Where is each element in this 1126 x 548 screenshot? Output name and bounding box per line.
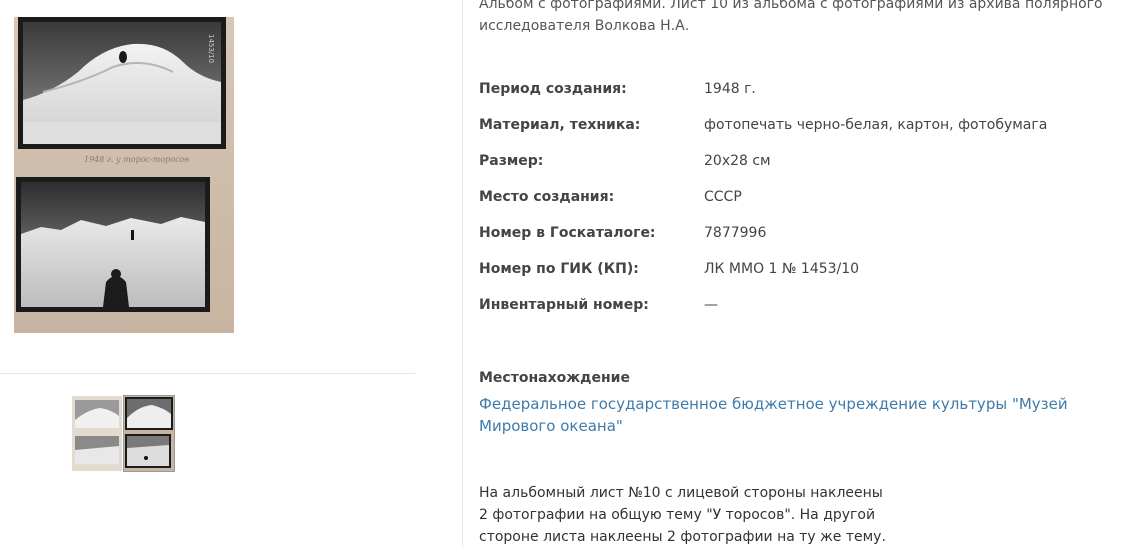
note-line: На альбомный лист №10 с лицевой стороны …: [479, 485, 883, 501]
property-row-material: Материал, техника: фотопечать черно-бела…: [479, 113, 1119, 137]
property-value: фотопечать черно-белая, картон, фотобума…: [704, 117, 1048, 133]
thumbnail-2-image: [124, 396, 174, 471]
photo-bottom: [16, 177, 210, 312]
thumbnail-1-image: [72, 396, 122, 471]
property-label: Инвентарный номер:: [479, 297, 649, 313]
property-row-inventory: Инвентарный номер: —: [479, 293, 1119, 317]
image-gallery: 1453/10 1948 г. у торос-торосов: [0, 0, 462, 547]
object-description: Альбом с фотографиями. Лист 10 из альбом…: [479, 0, 1103, 34]
photo-top-image: 1453/10: [23, 22, 221, 144]
museum-link[interactable]: Федеральное государственное бюджетное уч…: [479, 393, 1109, 437]
property-label: Номер в Госкаталоге:: [479, 225, 656, 241]
property-row-size: Размер: 20x28 см: [479, 149, 1119, 173]
property-label: Материал, техника:: [479, 117, 641, 133]
location-title: Местонахождение: [479, 370, 630, 386]
property-value: ЛК ММО 1 № 1453/10: [704, 261, 860, 277]
album-sheet: 1453/10 1948 г. у торос-торосов: [14, 17, 234, 333]
photo-top: 1453/10: [18, 17, 226, 149]
handwriting-label: 1948 г. у торос-торосов: [84, 155, 190, 164]
property-label: Период создания:: [479, 81, 627, 97]
property-label: Номер по ГИК (КП):: [479, 261, 639, 277]
note-line: 2 фотографии на общую тему "У торосов". …: [479, 507, 876, 523]
property-value: 7877996: [704, 225, 767, 241]
photo-bottom-image: [21, 182, 205, 307]
property-row-period: Период создания: 1948 г.: [479, 77, 1119, 101]
main-photo[interactable]: 1453/10 1948 г. у торос-торосов: [14, 17, 234, 333]
column-divider: [462, 0, 463, 547]
property-label: Размер:: [479, 153, 544, 169]
property-value: СССР: [704, 189, 742, 205]
stamp-text: 1453/10: [207, 34, 215, 63]
property-value: 1948 г.: [704, 81, 756, 97]
gallery-divider: [0, 373, 415, 374]
thumbnail-2[interactable]: [123, 395, 175, 472]
property-row-place: Место создания: СССР: [479, 185, 1119, 209]
property-row-gik: Номер по ГИК (КП): ЛК ММО 1 № 1453/10: [479, 257, 1119, 281]
object-note: На альбомный лист №10 с лицевой стороны …: [479, 482, 919, 548]
note-line: стороне листа наклеены 2 фотографии на т…: [479, 529, 886, 545]
property-label: Место создания:: [479, 189, 615, 205]
property-row-goscatalog: Номер в Госкаталоге: 7877996: [479, 221, 1119, 245]
property-value: 20x28 см: [704, 153, 771, 169]
thumbnail-1[interactable]: [72, 396, 122, 471]
property-value: —: [704, 297, 718, 313]
